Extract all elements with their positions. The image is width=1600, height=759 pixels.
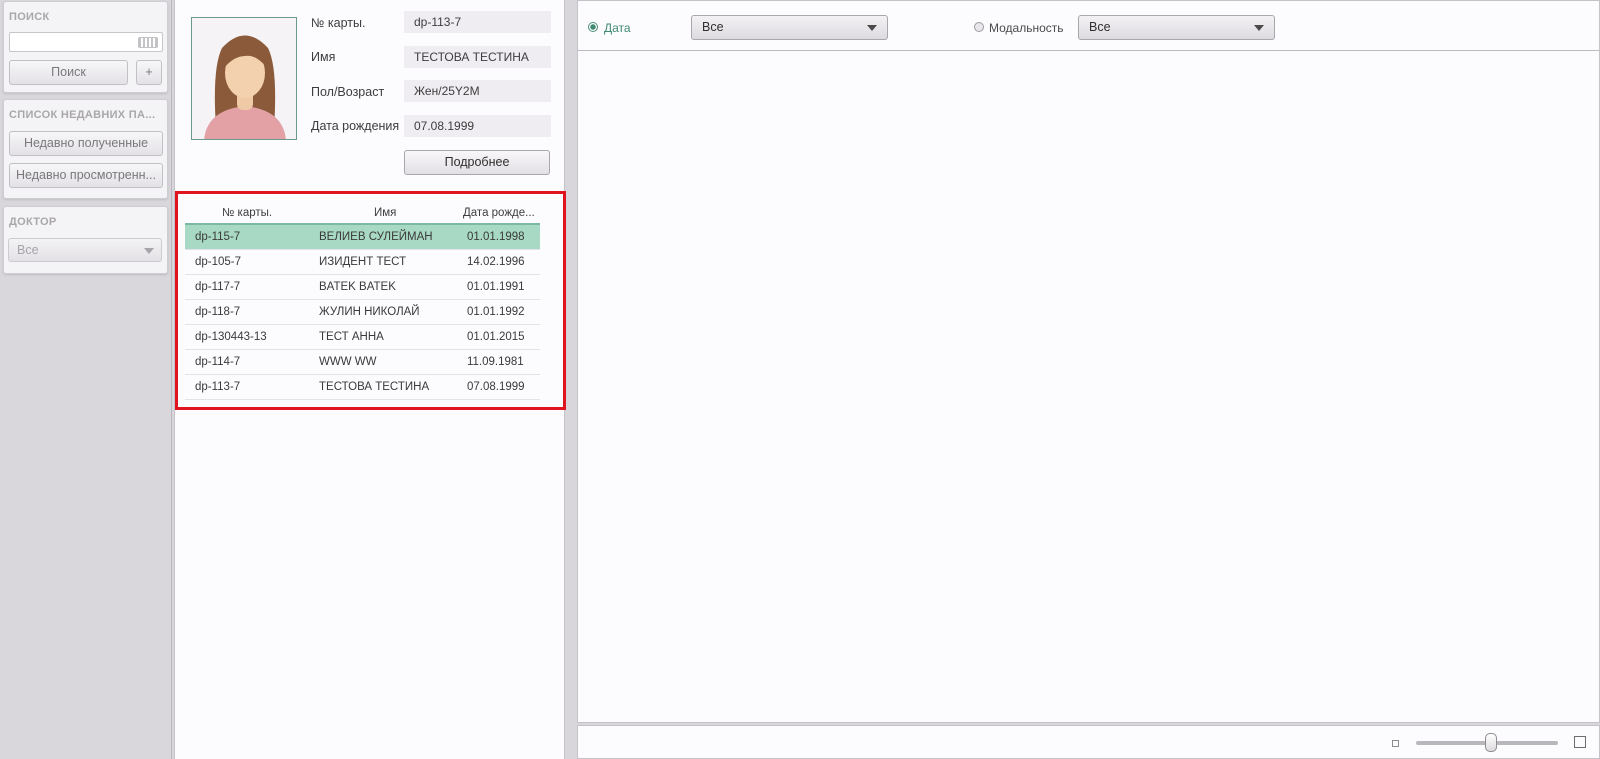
column-header-card[interactable]: № карты. bbox=[222, 207, 272, 219]
filter-bar: Дата Все Модальность Все bbox=[578, 1, 1599, 51]
chevron-down-icon bbox=[144, 248, 154, 254]
name-value: ТЕСТОВА ТЕСТИНА bbox=[404, 46, 551, 68]
recently-viewed-button[interactable]: Недавно просмотренн... bbox=[9, 163, 163, 188]
cell-card: dp-105-7 bbox=[195, 256, 242, 268]
card-number-label: № карты. bbox=[311, 16, 366, 30]
recent-panel-title: СПИСОК НЕДАВНИХ ПА... bbox=[9, 109, 156, 121]
search-input[interactable] bbox=[9, 32, 163, 52]
doctor-select-value: Все bbox=[17, 243, 39, 257]
cell-birthdate: 07.08.1999 bbox=[467, 381, 525, 393]
recently-received-button[interactable]: Недавно полученные bbox=[9, 131, 163, 156]
chevron-down-icon bbox=[1254, 25, 1264, 31]
cell-name: ИЗИДЕНТ ТЕСТ bbox=[319, 256, 407, 268]
keyboard-icon[interactable] bbox=[138, 37, 158, 48]
card-number-value: dp-113-7 bbox=[404, 11, 551, 33]
modality-dropdown-value: Все bbox=[1089, 20, 1111, 34]
birth-date-value: 07.08.1999 bbox=[404, 115, 551, 137]
chevron-down-icon bbox=[867, 25, 877, 31]
cell-birthdate: 01.01.1992 bbox=[467, 306, 525, 318]
table-row[interactable]: dp-115-7 ВЕЛИЕВ СУЛЕЙМАН 01.01.1998 bbox=[185, 225, 540, 250]
doctor-select[interactable]: Все bbox=[8, 238, 162, 262]
cell-birthdate: 11.09.1981 bbox=[467, 356, 524, 368]
column-header-name[interactable]: Имя bbox=[374, 207, 396, 219]
cell-card: dp-130443-13 bbox=[195, 331, 267, 343]
modality-radio[interactable] bbox=[974, 22, 984, 32]
zoom-in-icon[interactable] bbox=[1574, 736, 1586, 748]
search-button[interactable]: Поиск bbox=[9, 60, 128, 85]
name-label: Имя bbox=[311, 50, 336, 64]
birth-date-label: Дата рождения bbox=[311, 119, 400, 133]
modality-radio-label[interactable]: Модальность bbox=[989, 21, 1064, 35]
study-panel: Дата Все Модальность Все bbox=[577, 0, 1600, 723]
table-row[interactable]: dp-113-7 ТЕСТОВА ТЕСТИНА 07.08.1999 bbox=[185, 375, 540, 400]
table-row[interactable]: dp-114-7 WWW WW 11.09.1981 bbox=[185, 350, 540, 375]
cell-name: ТЕСТОВА ТЕСТИНА bbox=[319, 381, 430, 393]
table-row[interactable]: dp-118-7 ЖУЛИН НИКОЛАЙ 01.01.1992 bbox=[185, 300, 540, 325]
cell-card: dp-113-7 bbox=[195, 381, 241, 393]
table-row[interactable]: dp-117-7 BATEK BATEK 01.01.1991 bbox=[185, 275, 540, 300]
zoom-out-icon[interactable] bbox=[1392, 740, 1399, 747]
search-panel: ПОИСК Поиск + bbox=[3, 1, 168, 93]
table-row[interactable]: dp-130443-13 ТЕСТ АННА 01.01.2015 bbox=[185, 325, 540, 350]
sex-age-label: Пол/Возраст bbox=[311, 85, 385, 99]
cell-name: WWW WW bbox=[319, 356, 377, 368]
zoom-bar bbox=[577, 725, 1600, 759]
cell-card: dp-117-7 bbox=[195, 281, 241, 293]
table-row[interactable]: dp-105-7 ИЗИДЕНТ ТЕСТ 14.02.1996 bbox=[185, 250, 540, 275]
zoom-slider-handle[interactable] bbox=[1485, 733, 1497, 752]
modality-dropdown[interactable]: Все bbox=[1078, 15, 1275, 40]
recent-patients-panel: СПИСОК НЕДАВНИХ ПА... Недавно полученные… bbox=[3, 99, 168, 199]
sex-age-value: Жен/25Y2M bbox=[404, 80, 551, 102]
doctor-panel-title: ДОКТОР bbox=[9, 216, 57, 228]
cell-card: dp-114-7 bbox=[195, 356, 241, 368]
cell-name: ЖУЛИН НИКОЛАЙ bbox=[319, 306, 420, 318]
column-header-birthdate[interactable]: Дата рожде... bbox=[463, 207, 535, 219]
cell-birthdate: 01.01.1998 bbox=[467, 231, 525, 243]
cell-name: ВЕЛИЕВ СУЛЕЙМАН bbox=[319, 231, 433, 243]
patient-avatar bbox=[191, 17, 297, 140]
cell-card: dp-115-7 bbox=[195, 231, 241, 243]
cell-birthdate: 01.01.2015 bbox=[467, 331, 525, 343]
cell-birthdate: 01.01.1991 bbox=[467, 281, 525, 293]
female-avatar-icon bbox=[192, 18, 296, 139]
sidebar: ПОИСК Поиск + СПИСОК НЕДАВНИХ ПА... Неда… bbox=[0, 0, 172, 759]
recent-patients-table: № карты. Имя Дата рожде... dp-115-7 ВЕЛИ… bbox=[175, 191, 566, 410]
details-button[interactable]: Подробнее bbox=[404, 150, 550, 175]
date-radio[interactable] bbox=[588, 22, 598, 32]
cell-name: ТЕСТ АННА bbox=[319, 331, 384, 343]
date-dropdown-value: Все bbox=[702, 20, 724, 34]
cell-name: BATEK BATEK bbox=[319, 281, 396, 293]
cell-card: dp-118-7 bbox=[195, 306, 241, 318]
patient-panel: № карты. dp-113-7 Имя ТЕСТОВА ТЕСТИНА По… bbox=[174, 0, 566, 759]
date-dropdown[interactable]: Все bbox=[691, 15, 888, 40]
add-search-button[interactable]: + bbox=[136, 60, 162, 85]
search-panel-title: ПОИСК bbox=[9, 11, 50, 23]
cell-birthdate: 14.02.1996 bbox=[467, 256, 525, 268]
date-radio-label[interactable]: Дата bbox=[604, 21, 631, 35]
